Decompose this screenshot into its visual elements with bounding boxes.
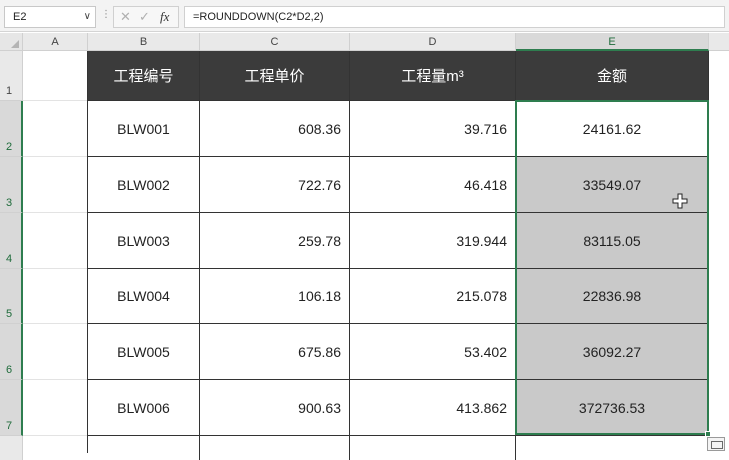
table-cell-amount[interactable]: 83115.05 bbox=[516, 213, 709, 269]
row-header-4[interactable]: 4 bbox=[0, 213, 23, 269]
spreadsheet-app: E2 ∨ ⋮ ✕ ✓ fx =ROUNDDOWN(C2*D2,2) A B C … bbox=[0, 0, 729, 460]
table-cell-price[interactable]: 900.63 bbox=[200, 380, 350, 436]
table-header-cell[interactable]: 工程单价 bbox=[200, 51, 350, 101]
cell-a5[interactable] bbox=[23, 269, 88, 324]
insert-function-icon[interactable]: fx bbox=[160, 8, 169, 26]
column-header-d[interactable]: D bbox=[350, 33, 516, 51]
table-cell-id[interactable]: BLW002 bbox=[88, 157, 200, 213]
table-cell-id[interactable]: BLW001 bbox=[88, 101, 200, 157]
cell-select-cross-icon bbox=[672, 193, 688, 209]
quick-analysis-icon[interactable] bbox=[707, 437, 725, 451]
row-header-5[interactable]: 5 bbox=[0, 269, 23, 324]
cell-d8[interactable] bbox=[350, 436, 516, 460]
table-cell-quantity[interactable]: 319.944 bbox=[350, 213, 516, 269]
formula-buttons: ✕ ✓ fx bbox=[113, 6, 179, 28]
chevron-down-icon[interactable]: ∨ bbox=[84, 7, 91, 27]
table-cell-amount-active[interactable]: 24161.62 bbox=[516, 101, 709, 157]
table-cell-quantity[interactable]: 46.418 bbox=[350, 157, 516, 213]
table-cell-id[interactable]: BLW006 bbox=[88, 380, 200, 436]
table-cell-price[interactable]: 722.76 bbox=[200, 157, 350, 213]
table-cell-id[interactable]: BLW004 bbox=[88, 269, 200, 324]
name-box[interactable]: E2 ∨ bbox=[4, 6, 96, 28]
table-cell-amount[interactable]: 372736.53 bbox=[516, 380, 709, 436]
formula-bar: E2 ∨ ⋮ ✕ ✓ fx =ROUNDDOWN(C2*D2,2) bbox=[0, 0, 729, 32]
table-cell-amount[interactable]: 22836.98 bbox=[516, 269, 709, 324]
table-header-cell[interactable]: 工程量m³ bbox=[350, 51, 516, 101]
cell-a2[interactable] bbox=[23, 101, 88, 157]
cancel-icon[interactable]: ✕ bbox=[120, 8, 131, 26]
sheet-grid: A B C D E 1 2 3 4 5 6 7 工程编号 工程单价 工程量m³ … bbox=[0, 33, 729, 460]
table-header-cell[interactable]: 工程编号 bbox=[88, 51, 200, 101]
table-cell-price[interactable]: 675.86 bbox=[200, 324, 350, 380]
table-border bbox=[87, 51, 88, 453]
table-cell-price[interactable]: 259.78 bbox=[200, 213, 350, 269]
column-header-blank[interactable] bbox=[709, 33, 729, 51]
table-header-cell[interactable]: 金额 bbox=[516, 51, 709, 101]
cell-a1[interactable] bbox=[23, 51, 88, 101]
row-header-8[interactable] bbox=[0, 436, 23, 460]
table-cell-price[interactable]: 608.36 bbox=[200, 101, 350, 157]
column-header-b[interactable]: B bbox=[88, 33, 200, 51]
row-header-1[interactable]: 1 bbox=[0, 51, 23, 101]
table-cell-amount[interactable]: 36092.27 bbox=[516, 324, 709, 380]
row-header-3[interactable]: 3 bbox=[0, 157, 23, 213]
enter-icon[interactable]: ✓ bbox=[139, 8, 150, 26]
select-all-triangle-icon bbox=[11, 40, 19, 48]
table-cell-quantity[interactable]: 215.078 bbox=[350, 269, 516, 324]
column-header-e[interactable]: E bbox=[516, 33, 709, 51]
table-cell-id[interactable]: BLW003 bbox=[88, 213, 200, 269]
table-cell-quantity[interactable]: 39.716 bbox=[350, 101, 516, 157]
more-options-icon[interactable]: ⋮ bbox=[101, 9, 111, 20]
row-header-2[interactable]: 2 bbox=[0, 101, 23, 157]
select-all-button[interactable] bbox=[0, 33, 23, 51]
row-header-6[interactable]: 6 bbox=[0, 324, 23, 380]
table-cell-id[interactable]: BLW005 bbox=[88, 324, 200, 380]
cell-a6[interactable] bbox=[23, 324, 88, 380]
column-header-c[interactable]: C bbox=[200, 33, 350, 51]
cell-b8[interactable] bbox=[88, 436, 200, 460]
table-cell-price[interactable]: 106.18 bbox=[200, 269, 350, 324]
column-header-a[interactable]: A bbox=[23, 33, 88, 51]
cell-a7[interactable] bbox=[23, 380, 88, 436]
cell-a4[interactable] bbox=[23, 213, 88, 269]
row-header-7[interactable]: 7 bbox=[0, 380, 23, 436]
table-cell-quantity[interactable]: 413.862 bbox=[350, 380, 516, 436]
cell-c8[interactable] bbox=[200, 436, 350, 460]
name-box-value: E2 bbox=[13, 11, 27, 23]
table-cell-quantity[interactable]: 53.402 bbox=[350, 324, 516, 380]
cell-a3[interactable] bbox=[23, 157, 88, 213]
formula-input[interactable]: =ROUNDDOWN(C2*D2,2) bbox=[184, 6, 725, 28]
